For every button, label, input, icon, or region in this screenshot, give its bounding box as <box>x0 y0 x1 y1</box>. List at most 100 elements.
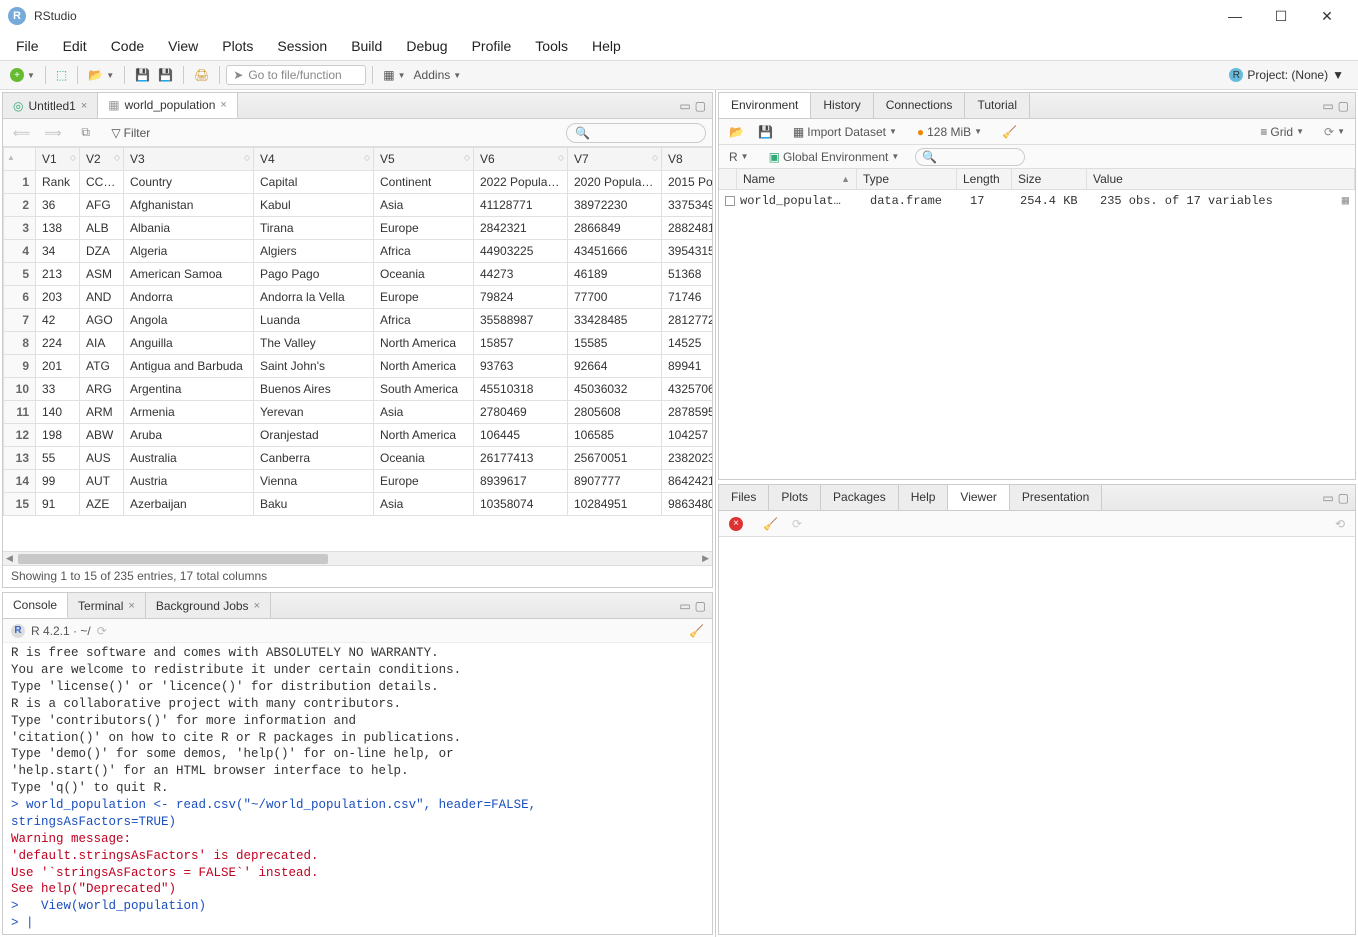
menu-code[interactable]: Code <box>101 34 154 58</box>
cell[interactable]: Australia <box>124 447 254 470</box>
cell[interactable]: 201 <box>36 355 80 378</box>
checkbox-icon[interactable] <box>725 196 735 206</box>
cell[interactable]: AZE <box>80 493 124 516</box>
tab-world-population[interactable]: ▦ world_population × <box>98 93 238 118</box>
minimize-pane-icon[interactable]: ▭ <box>1322 491 1333 505</box>
close-icon[interactable]: × <box>220 99 226 111</box>
cell[interactable]: 33 <box>36 378 80 401</box>
cell[interactable]: 33428485 <box>568 309 662 332</box>
tab-environment[interactable]: Environment <box>719 93 811 118</box>
cell[interactable]: Baku <box>254 493 374 516</box>
refresh-button[interactable]: ⟳▼ <box>1320 121 1349 143</box>
popout-button[interactable]: ⧉ <box>77 122 95 144</box>
cell[interactable]: AUT <box>80 470 124 493</box>
cell[interactable]: 23820236 <box>662 447 713 470</box>
memory-usage[interactable]: ● 128 MiB ▼ <box>913 121 986 143</box>
cell[interactable]: 2866849 <box>568 217 662 240</box>
cell[interactable]: 71746 <box>662 286 713 309</box>
cell[interactable]: AUS <box>80 447 124 470</box>
cell[interactable]: ATG <box>80 355 124 378</box>
tab-tutorial[interactable]: Tutorial <box>965 93 1030 118</box>
menu-help[interactable]: Help <box>582 34 631 58</box>
cell[interactable]: 106445 <box>474 424 568 447</box>
remove-viewer-item-button[interactable]: × <box>725 513 747 535</box>
cell[interactable]: 2780469 <box>474 401 568 424</box>
cell[interactable]: 43257065 <box>662 378 713 401</box>
cell[interactable]: Algeria <box>124 240 254 263</box>
cell[interactable]: 35588987 <box>474 309 568 332</box>
col-header[interactable]: V7◇ <box>568 148 662 171</box>
menu-session[interactable]: Session <box>267 34 337 58</box>
cell[interactable]: Andorra la Vella <box>254 286 374 309</box>
cell[interactable]: 46189 <box>568 263 662 286</box>
new-project-button[interactable]: ⬚ <box>52 64 71 86</box>
cell[interactable]: Country <box>124 171 254 194</box>
minimize-pane-icon[interactable]: ▭ <box>679 99 690 113</box>
tab-presentation[interactable]: Presentation <box>1010 485 1102 510</box>
cell[interactable]: 2842321 <box>474 217 568 240</box>
cell[interactable]: American Samoa <box>124 263 254 286</box>
cell[interactable]: Luanda <box>254 309 374 332</box>
tab-terminal[interactable]: Terminal× <box>68 593 146 618</box>
cell[interactable]: 8642421 <box>662 470 713 493</box>
cell[interactable]: Tirana <box>254 217 374 240</box>
grid-view-button[interactable]: ▦▼ <box>379 64 409 86</box>
cell[interactable]: 2805608 <box>568 401 662 424</box>
cell[interactable]: 51368 <box>662 263 713 286</box>
menu-debug[interactable]: Debug <box>396 34 457 58</box>
cell[interactable]: AIA <box>80 332 124 355</box>
cell[interactable]: Asia <box>374 194 474 217</box>
cell[interactable]: 89941 <box>662 355 713 378</box>
cell[interactable]: North America <box>374 424 474 447</box>
cell[interactable]: Oranjestad <box>254 424 374 447</box>
cell[interactable]: 79824 <box>474 286 568 309</box>
cell[interactable]: 33753499 <box>662 194 713 217</box>
save-workspace-button[interactable]: 💾 <box>754 121 777 143</box>
cell[interactable]: 2022 Population <box>474 171 568 194</box>
tab-viewer[interactable]: Viewer <box>948 485 1009 510</box>
col-header[interactable]: V6◇ <box>474 148 568 171</box>
maximize-pane-icon[interactable]: ▢ <box>695 599 706 613</box>
cell[interactable]: 91 <box>36 493 80 516</box>
cell[interactable]: ARM <box>80 401 124 424</box>
tab-console[interactable]: Console <box>3 593 68 618</box>
menu-build[interactable]: Build <box>341 34 392 58</box>
cell[interactable]: 93763 <box>474 355 568 378</box>
cell[interactable]: 34 <box>36 240 80 263</box>
tab-connections[interactable]: Connections <box>874 93 966 118</box>
cell[interactable]: Buenos Aires <box>254 378 374 401</box>
publish-button[interactable]: ⟲ <box>1331 513 1349 535</box>
cell[interactable]: Europe <box>374 286 474 309</box>
cell[interactable]: Azerbaijan <box>124 493 254 516</box>
cell[interactable]: 25670051 <box>568 447 662 470</box>
cell[interactable]: Rank <box>36 171 80 194</box>
col-header[interactable]: V1◇ <box>36 148 80 171</box>
cell[interactable]: 14525 <box>662 332 713 355</box>
cell[interactable]: North America <box>374 332 474 355</box>
popout-icon[interactable]: ⟳ <box>97 624 107 638</box>
cell[interactable]: 45510318 <box>474 378 568 401</box>
data-grid[interactable]: ▲V1◇V2◇V3◇V4◇V5◇V6◇V7◇V8◇1RankCCA3Countr… <box>3 147 712 516</box>
cell[interactable]: Europe <box>374 217 474 240</box>
view-mode-button[interactable]: ≡ Grid ▼ <box>1256 121 1308 143</box>
cell[interactable]: 140 <box>36 401 80 424</box>
cell[interactable]: Oceania <box>374 263 474 286</box>
cell[interactable]: Algiers <box>254 240 374 263</box>
cell[interactable]: Canberra <box>254 447 374 470</box>
maximize-pane-icon[interactable]: ▢ <box>1338 99 1349 113</box>
cell[interactable]: Albania <box>124 217 254 240</box>
tab-plots[interactable]: Plots <box>769 485 821 510</box>
cell[interactable]: ASM <box>80 263 124 286</box>
cell[interactable]: 15857 <box>474 332 568 355</box>
cell[interactable]: Afghanistan <box>124 194 254 217</box>
search-input[interactable]: 🔍 <box>566 123 706 143</box>
cell[interactable]: 203 <box>36 286 80 309</box>
menu-plots[interactable]: Plots <box>212 34 263 58</box>
cell[interactable]: 104257 <box>662 424 713 447</box>
cell[interactable]: Africa <box>374 309 474 332</box>
cell[interactable]: 55 <box>36 447 80 470</box>
cell[interactable]: 42 <box>36 309 80 332</box>
cell[interactable]: Saint John's <box>254 355 374 378</box>
cell[interactable]: CCA3 <box>80 171 124 194</box>
cell[interactable]: 2015 Population <box>662 171 713 194</box>
